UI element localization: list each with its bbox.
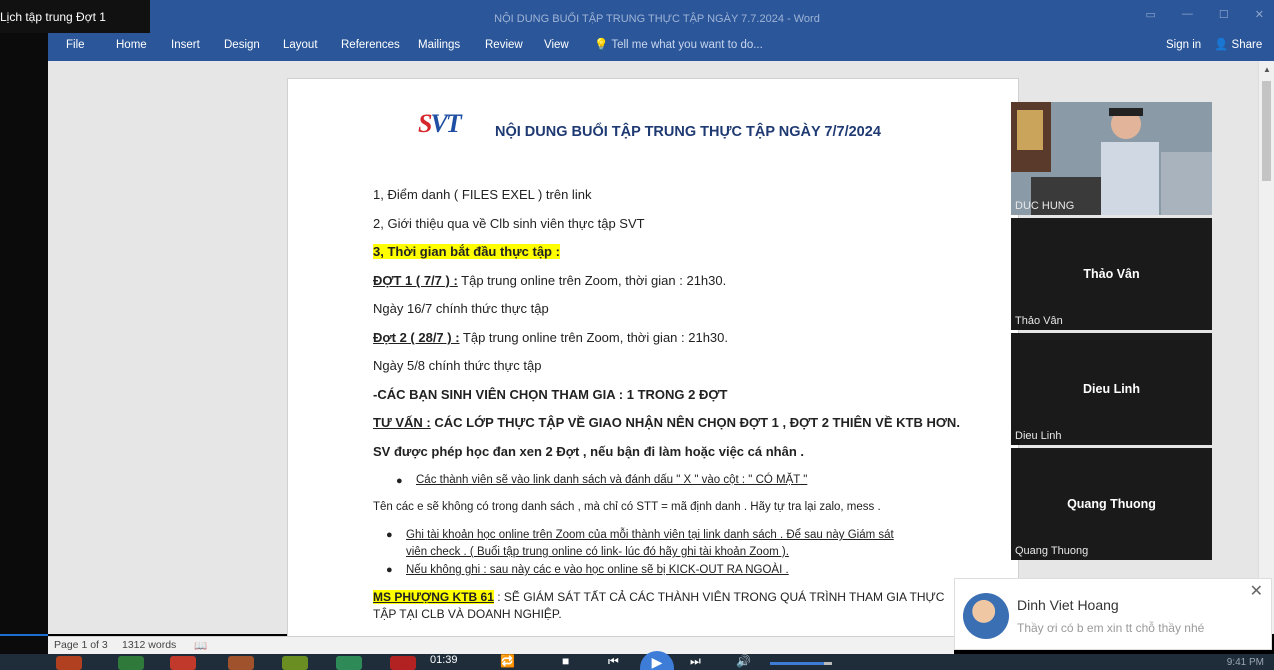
taskbar-app-icon[interactable]	[336, 656, 362, 670]
stop-icon[interactable]: ■	[562, 654, 569, 668]
tab-references[interactable]: References	[341, 33, 400, 57]
tell-me-text: Tell me what you want to do...	[611, 39, 763, 51]
line-start-time: 3, Thời gian bắt đầu thực tập :	[373, 244, 560, 259]
line-advice: TƯ VẤN : CÁC LỚP THỰC TẬP VỀ GIAO NHẬN N…	[373, 415, 960, 430]
window-controls: ▭ — ☐ ✕	[1146, 8, 1265, 21]
page-count[interactable]: Page 1 of 3	[54, 639, 108, 651]
participant-tile-quang-thuong[interactable]: Quang Thuong Quang Thuong	[1011, 448, 1212, 560]
bullet-dot: ●	[396, 475, 403, 487]
scroll-up-icon[interactable]: ▲	[1263, 65, 1271, 74]
scroll-thumb[interactable]	[1262, 81, 1271, 181]
sign-in-link[interactable]: Sign in	[1166, 33, 1201, 57]
left-strip	[0, 0, 48, 670]
close-icon[interactable]: ✕	[1255, 8, 1264, 21]
repeat-icon[interactable]: 🔁	[500, 654, 515, 668]
person-icon: 👤	[1214, 39, 1229, 51]
vertical-scrollbar[interactable]: ▲	[1258, 61, 1274, 634]
maximize-icon[interactable]: ☐	[1219, 8, 1229, 21]
participant-name: Thảo Vân	[1015, 315, 1063, 327]
line-supervisor-l2: TẬP TẠI CLB VÀ DOANH NGHIỆP.	[373, 607, 562, 621]
line-dot1-day: Ngày 16/7 chính thức thực tập	[373, 301, 549, 316]
line-alternate: SV được phép học đan xen 2 Đợt , nếu bận…	[373, 444, 804, 459]
tell-me-search[interactable]: 💡 Tell me what you want to do...	[594, 33, 763, 57]
title-bar: NỘI DUNG BUỔI TẬP TRUNG THỰC TẬP NGÀY 7.…	[0, 0, 1274, 33]
bullet-dot: ●	[386, 564, 393, 576]
volume-slider[interactable]	[770, 662, 832, 665]
play-button[interactable]: ▶	[640, 651, 674, 670]
close-icon[interactable]: ✕	[1250, 581, 1263, 601]
participant-video-duc-hung[interactable]: DUC HUNG	[1011, 102, 1212, 215]
tab-review[interactable]: Review	[485, 33, 523, 57]
bullet-dot: ●	[386, 529, 393, 541]
participant-name: DUC HUNG	[1015, 200, 1075, 212]
next-icon[interactable]: ⏭	[690, 654, 701, 669]
share-button[interactable]: 👤 Share	[1214, 33, 1262, 57]
document-page[interactable]: SVT NỘI DUNG BUỔI TẬP TRUNG THỰC TẬP NGÀ…	[287, 78, 1019, 638]
volume-icon[interactable]: 🔊	[736, 654, 751, 668]
taskbar-app-icon[interactable]	[56, 656, 82, 670]
taskbar-app-icon[interactable]	[118, 656, 144, 670]
tab-view[interactable]: View	[544, 33, 569, 57]
bullet-zoom-account-l1: Ghi tài khoản học online trên Zoom của m…	[406, 529, 894, 541]
line-dot2: Đợt 2 ( 28/7 ) : Tập trung online trên Z…	[373, 330, 728, 345]
line-introduction: 2, Giới thiệu qua về Clb sinh viên thực …	[373, 216, 645, 231]
share-label: Share	[1231, 39, 1263, 51]
chat-sender: Dinh Viet Hoang	[1017, 597, 1119, 613]
participant-tile-dieu-linh[interactable]: Dieu Linh Dieu Linh	[1011, 333, 1212, 445]
line-dot1: ĐỢT 1 ( 7/7 ) : Tập trung online trên Zo…	[373, 273, 727, 288]
participant-display-name: Quang Thuong	[1067, 497, 1156, 511]
participant-display-name: Dieu Linh	[1083, 382, 1140, 396]
line-not-in-list: Tên các e sẽ không có trong danh sách , …	[373, 501, 881, 513]
participant-display-name: Thảo Vân	[1083, 267, 1140, 281]
tab-mailings[interactable]: Mailings	[418, 33, 460, 57]
tab-layout[interactable]: Layout	[283, 33, 318, 57]
taskbar-app-icon[interactable]	[170, 656, 196, 670]
chat-message: Thầy ơi có b em xin tt chỗ thầy nhé	[1017, 621, 1205, 635]
taskbar-app-icon[interactable]	[390, 656, 416, 670]
tab-home[interactable]: Home	[116, 33, 147, 57]
bullet-zoom-account-l2: viên check . ( Buổi tập trung online có …	[406, 546, 789, 558]
taskbar-app-icon[interactable]	[228, 656, 254, 670]
media-time: 01:39	[430, 654, 458, 666]
screen: NỘI DUNG BUỔI TẬP TRUNG THỰC TẬP NGÀY 7.…	[0, 0, 1274, 670]
media-controls: 01:39 🔁 ■ ⏮ ▶ ⏭ 🔊	[430, 650, 850, 670]
taskbar-app-icon[interactable]	[282, 656, 308, 670]
line-supervisor-l1: MS PHƯỢNG KTB 61 : SẼ GIÁM SÁT TẤT CẢ CÁ…	[373, 590, 945, 604]
line-attendance: 1, Điểm danh ( FILES EXEL ) trên link	[373, 187, 592, 202]
avatar	[963, 593, 1009, 639]
ribbon-display-icon[interactable]: ▭	[1146, 8, 1156, 21]
chat-notification[interactable]: Dinh Viet Hoang Thầy ơi có b em xin tt c…	[954, 578, 1272, 650]
word-count[interactable]: 1312 words	[122, 639, 176, 651]
line-choose: -CÁC BẠN SINH VIÊN CHỌN THAM GIA : 1 TRO…	[373, 387, 728, 402]
bullet-kick-out: Nếu không ghi : sau này các e vào học on…	[406, 564, 789, 576]
participant-tile-thao-van[interactable]: Thảo Vân Thảo Vân	[1011, 218, 1212, 330]
previous-icon[interactable]: ⏮	[608, 654, 619, 669]
lightbulb-icon: 💡	[594, 39, 609, 51]
clock: 9:41 PM	[1226, 657, 1264, 668]
tab-design[interactable]: Design	[224, 33, 260, 57]
tab-file[interactable]: File	[66, 33, 85, 57]
bullet-mark-attendance: Các thành viên sẽ vào link danh sách và …	[416, 474, 808, 486]
ribbon-tabs: File Home Insert Design Layout Reference…	[48, 33, 1274, 61]
minimize-icon[interactable]: —	[1182, 8, 1193, 21]
line-dot2-day: Ngày 5/8 chính thức thực tập	[373, 358, 542, 373]
proofing-icon[interactable]: 📖	[194, 639, 207, 652]
tab-insert[interactable]: Insert	[171, 33, 200, 57]
participant-name: Quang Thuong	[1015, 545, 1089, 557]
document-title: NỘI DUNG BUỔI TẬP TRUNG THỰC TẬP NGÀY 7/…	[495, 124, 881, 140]
zoom-window-title: Lịch tập trung Đợt 1	[0, 0, 150, 33]
svt-logo: SVT	[418, 109, 462, 138]
participant-video-feed	[1011, 102, 1212, 215]
participant-name: Dieu Linh	[1015, 430, 1062, 442]
